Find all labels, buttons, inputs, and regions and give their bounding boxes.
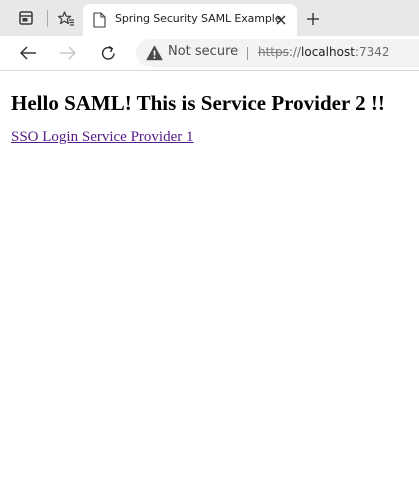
security-label[interactable]: Not secure [168, 44, 238, 59]
forward-arrow-icon[interactable] [54, 39, 82, 67]
page-heading: Hello SAML! This is Service Provider 2 !… [11, 91, 385, 115]
refresh-icon[interactable] [94, 39, 122, 67]
tab-spring-security-saml[interactable]: Spring Security SAML Example [83, 4, 297, 36]
toolbar: Not secure https://localhost:7342 [0, 36, 419, 71]
tabstrip-divider [47, 10, 48, 27]
sso-login-link[interactable]: SSO Login Service Provider 1 [11, 129, 193, 146]
url-port: :7342 [354, 45, 390, 59]
back-arrow-icon[interactable] [14, 39, 42, 67]
tab-actions-icon[interactable] [12, 5, 40, 31]
plus-icon[interactable] [300, 6, 326, 32]
warning-icon[interactable] [146, 45, 163, 61]
tab-strip: Spring Security SAML Example [0, 0, 419, 36]
url-host: localhost [301, 45, 355, 59]
page-icon [93, 12, 107, 28]
page-content: Hello SAML! This is Service Provider 2 !… [0, 71, 419, 487]
browser-window: Spring Security SAML Example Not secure … [0, 0, 419, 487]
address-bar[interactable]: Not secure https://localhost:7342 [136, 39, 419, 67]
url-text[interactable]: https://localhost:7342 [258, 45, 390, 59]
address-divider [247, 47, 248, 60]
close-icon[interactable] [272, 11, 290, 29]
url-scheme: https [258, 45, 289, 59]
url-separator: :// [288, 45, 302, 59]
favorites-icon[interactable] [52, 5, 80, 31]
tab-title: Spring Security SAML Example [115, 12, 282, 25]
